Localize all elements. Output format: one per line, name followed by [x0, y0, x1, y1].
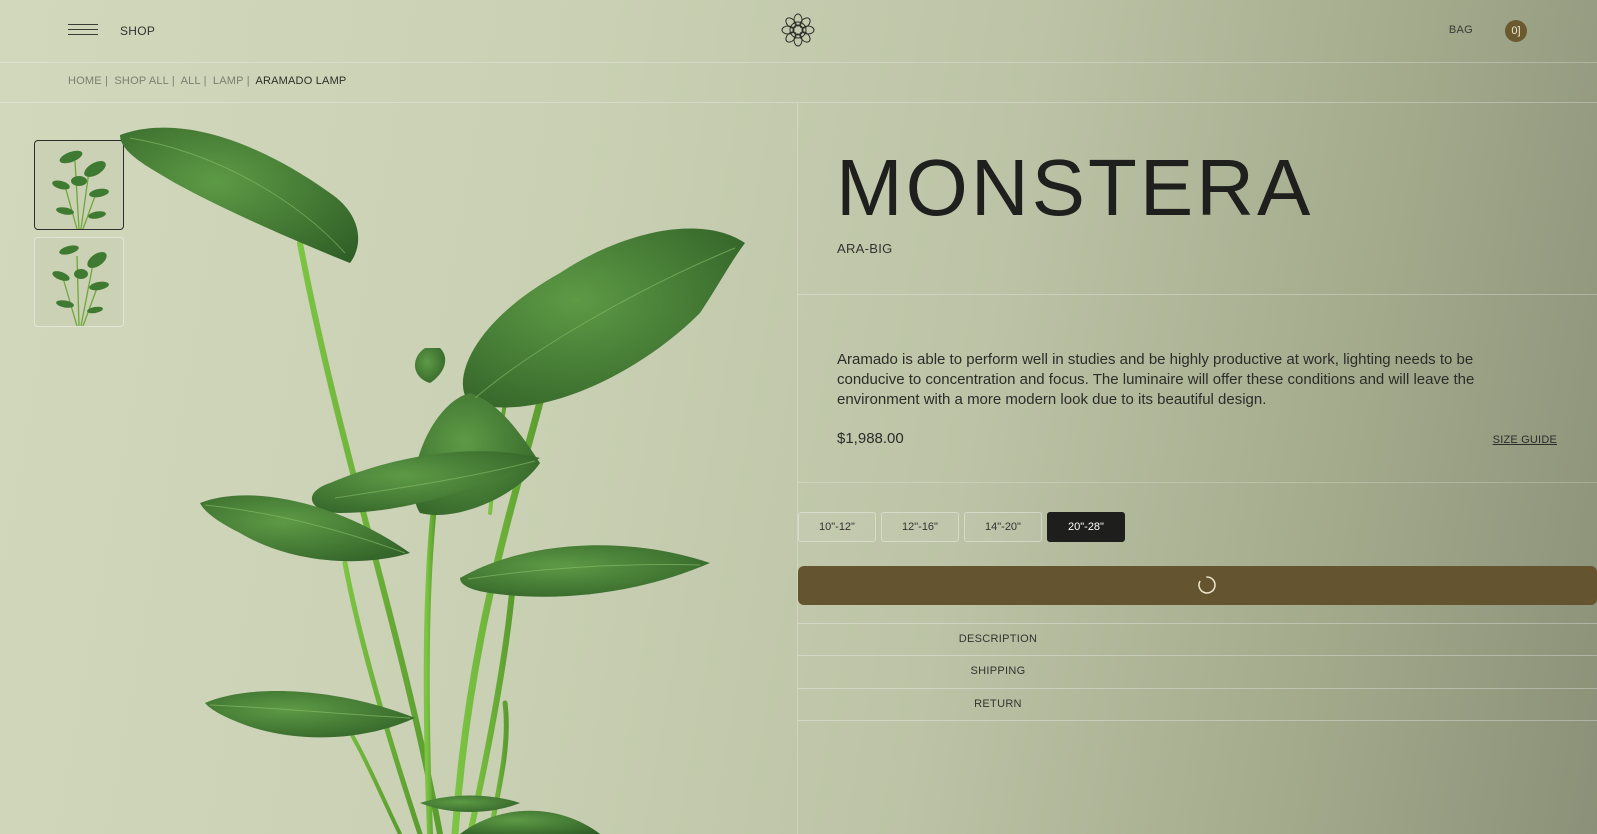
accordion-shipping[interactable]: SHIPPING	[798, 655, 1597, 688]
accordion-label: SHIPPING	[970, 665, 1026, 677]
product-sku: ARA-BIG	[837, 241, 893, 256]
mandala-logo-icon[interactable]	[781, 13, 815, 47]
divider	[798, 294, 1597, 295]
shop-link[interactable]: SHOP	[120, 24, 155, 38]
breadcrumb-current: ARAMADO LAMP	[255, 75, 347, 87]
monstera-plant-image	[120, 127, 745, 834]
accordion-return[interactable]: RETURN	[798, 688, 1597, 721]
size-option-14-20[interactable]: 14"-20"	[964, 512, 1042, 542]
size-option-12-16[interactable]: 12"-16"	[881, 512, 959, 542]
divider	[797, 103, 798, 834]
bag-count-badge[interactable]: 0]	[1505, 20, 1527, 42]
loading-spinner-icon	[1198, 576, 1216, 594]
site-header: SHOP BAG 0]	[0, 0, 1597, 63]
accordion-description[interactable]: DESCRIPTION	[798, 623, 1597, 656]
size-option-20-28[interactable]: 20"-28"	[1047, 512, 1125, 542]
breadcrumb-lamp[interactable]: LAMP |	[213, 75, 250, 87]
size-guide-link[interactable]: SIZE GUIDE	[1493, 434, 1557, 446]
divider	[798, 482, 1597, 483]
accordion-label: RETURN	[974, 698, 1022, 710]
breadcrumb: HOME | SHOP ALL | ALL | LAMP | ARAMADO L…	[68, 75, 349, 87]
bag-link[interactable]: BAG	[1449, 24, 1473, 36]
breadcrumb-shop-all[interactable]: SHOP ALL |	[114, 75, 175, 87]
product-description: Aramado is able to perform well in studi…	[837, 351, 1475, 408]
breadcrumb-all[interactable]: ALL |	[181, 75, 207, 87]
accordion-label: DESCRIPTION	[958, 633, 1038, 645]
divider	[798, 720, 1597, 721]
product-title: MONSTERA	[836, 143, 1314, 232]
breadcrumb-home[interactable]: HOME |	[68, 75, 108, 87]
product-price: $1,988.00	[837, 430, 904, 447]
size-option-10-12[interactable]: 10"-12"	[798, 512, 876, 542]
hamburger-menu-icon[interactable]	[68, 24, 98, 38]
